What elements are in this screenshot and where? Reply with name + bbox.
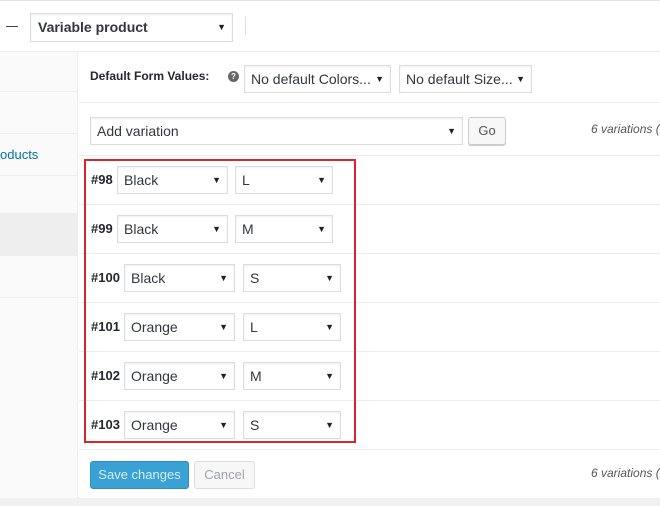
- variation-color-value: Black: [124, 221, 159, 237]
- chevron-down-icon: ▼: [325, 371, 334, 381]
- chevron-down-icon: ▼: [325, 420, 334, 430]
- chevron-down-icon: ▼: [212, 175, 221, 185]
- cancel-button[interactable]: Cancel: [194, 461, 255, 489]
- default-colors-select[interactable]: No default Colors... ▼: [244, 65, 391, 93]
- chevron-down-icon: ▼: [516, 74, 525, 84]
- variation-color-select[interactable]: Black ▼: [124, 264, 235, 292]
- go-button[interactable]: Go: [468, 117, 506, 145]
- help-icon[interactable]: ?: [228, 71, 239, 82]
- divider: [79, 204, 660, 205]
- variation-size-select[interactable]: L ▼: [243, 313, 341, 341]
- chevron-down-icon: ▼: [219, 322, 228, 332]
- default-size-value: No default Size...: [406, 71, 513, 87]
- product-type-select[interactable]: Variable product ▼: [30, 13, 233, 42]
- chevron-down-icon: ▼: [375, 74, 384, 84]
- variation-id: #98: [91, 172, 113, 187]
- variation-size-select[interactable]: S ▼: [243, 264, 341, 292]
- variation-size-select[interactable]: M ▼: [235, 215, 333, 243]
- variation-id: #103: [91, 417, 120, 432]
- divider: [79, 351, 660, 352]
- variation-id: #101: [91, 319, 120, 334]
- variations-count-footer: 6 variations (: [591, 466, 660, 480]
- variation-size-select[interactable]: L ▼: [235, 166, 333, 194]
- divider: [79, 449, 660, 450]
- variation-color-select[interactable]: Black ▼: [117, 166, 228, 194]
- variation-size-value: S: [250, 270, 260, 286]
- chevron-down-icon: ▼: [217, 22, 226, 32]
- sidebar-item-variations[interactable]: [0, 214, 77, 256]
- default-form-label: Default Form Values:: [90, 69, 210, 83]
- chevron-down-icon: ▼: [219, 273, 228, 283]
- variation-id: #99: [91, 221, 113, 236]
- variations-count: 6 variations (: [591, 122, 660, 136]
- product-data-panel: Variable product ▼ oducts Default Form V…: [0, 0, 660, 498]
- chevron-down-icon: ▼: [325, 322, 334, 332]
- variation-size-value: L: [250, 319, 258, 335]
- variation-color-select[interactable]: Orange ▼: [124, 313, 235, 341]
- sidebar-item-label[interactable]: oducts: [0, 147, 38, 162]
- divider: [79, 400, 660, 401]
- variation-color-value: Orange: [131, 368, 178, 384]
- header-dash: [6, 26, 18, 27]
- divider: [79, 302, 660, 303]
- variation-color-select[interactable]: Orange ▼: [124, 362, 235, 390]
- panel-header: Variable product ▼: [0, 0, 660, 52]
- save-changes-button[interactable]: Save changes: [90, 461, 189, 489]
- variation-action-select[interactable]: Add variation ▼: [90, 117, 463, 145]
- variation-color-value: Black: [131, 270, 166, 286]
- variations-main: Default Form Values: ? No default Colors…: [79, 52, 660, 498]
- product-data-tabs: oducts: [0, 52, 78, 498]
- variation-color-value: Orange: [131, 417, 178, 433]
- divider: [79, 102, 660, 103]
- variation-id: #100: [91, 270, 120, 285]
- variation-size-select[interactable]: S ▼: [243, 411, 341, 439]
- variation-size-value: L: [242, 172, 250, 188]
- variation-color-value: Orange: [131, 319, 178, 335]
- sidebar-item-4[interactable]: [0, 176, 77, 214]
- variation-size-value: M: [250, 368, 262, 384]
- chevron-down-icon: ▼: [317, 224, 326, 234]
- chevron-down-icon: ▼: [212, 224, 221, 234]
- chevron-down-icon: ▼: [219, 420, 228, 430]
- variation-color-value: Black: [124, 172, 159, 188]
- default-size-select[interactable]: No default Size... ▼: [399, 65, 532, 93]
- variation-size-value: M: [242, 221, 254, 237]
- divider: [79, 155, 660, 156]
- sidebar-item-2[interactable]: [0, 92, 77, 134]
- chevron-down-icon: ▼: [447, 126, 456, 136]
- variation-color-select[interactable]: Black ▼: [117, 215, 228, 243]
- default-colors-value: No default Colors...: [251, 71, 371, 87]
- chevron-down-icon: ▼: [325, 273, 334, 283]
- product-type-value: Variable product: [38, 19, 148, 35]
- sidebar-item-6[interactable]: [0, 256, 77, 298]
- variation-id: #102: [91, 368, 120, 383]
- variation-size-select[interactable]: M ▼: [243, 362, 341, 390]
- variation-size-value: S: [250, 417, 260, 433]
- sidebar-item-1[interactable]: [0, 52, 77, 92]
- chevron-down-icon: ▼: [317, 175, 326, 185]
- chevron-down-icon: ▼: [219, 371, 228, 381]
- variation-action-value: Add variation: [97, 123, 179, 139]
- header-divider: [245, 17, 246, 35]
- variation-color-select[interactable]: Orange ▼: [124, 411, 235, 439]
- divider: [79, 253, 660, 254]
